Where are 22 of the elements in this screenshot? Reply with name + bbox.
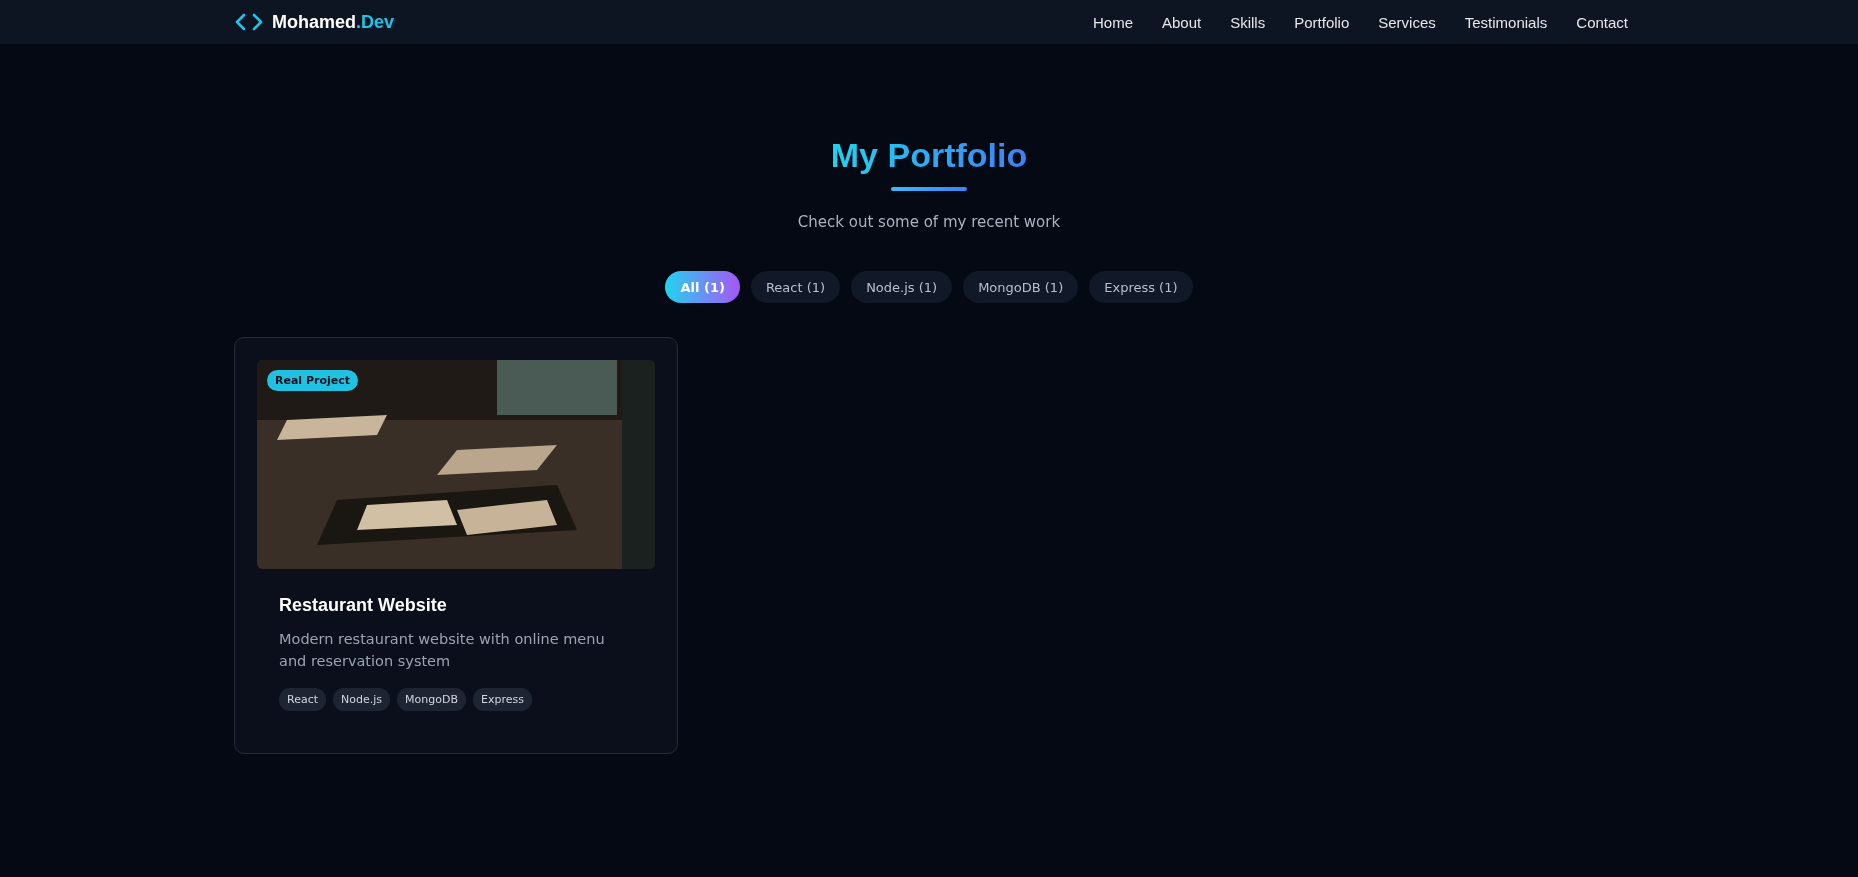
nav-link[interactable]: Home [1092,13,1133,31]
filter-pill[interactable]: React (1) [750,271,841,303]
tech-tag: MongoDB [397,688,466,711]
code-brackets-icon [234,12,264,32]
nav-link[interactable]: Services [1378,13,1436,31]
filter-pill[interactable]: MongoDB (1) [963,271,1079,303]
project-description: Modern restaurant website with online menu and reservation system [279,630,606,671]
nav-link[interactable]: Skills [1230,13,1266,31]
logo-name: Mohamed [272,11,356,32]
filter-pill[interactable]: Node.js (1) [851,271,953,303]
filter-pill[interactable]: Express (1) [1089,271,1193,303]
logo-suffix: .Dev [356,11,395,32]
tech-tag: Express [472,688,532,711]
section-subtitle: Check out some of my recent work [797,213,1061,231]
project-badge: Real Project [267,370,358,391]
nav-link[interactable]: Contact [1576,13,1628,31]
tech-tag: Node.js [333,688,391,711]
nav-link[interactable]: About [1162,13,1202,31]
project-title: Restaurant Website [279,595,448,616]
nav-link[interactable]: Testimonials [1464,13,1548,31]
nav-link[interactable]: Portfolio [1294,13,1350,31]
tech-tag: React [279,688,327,711]
